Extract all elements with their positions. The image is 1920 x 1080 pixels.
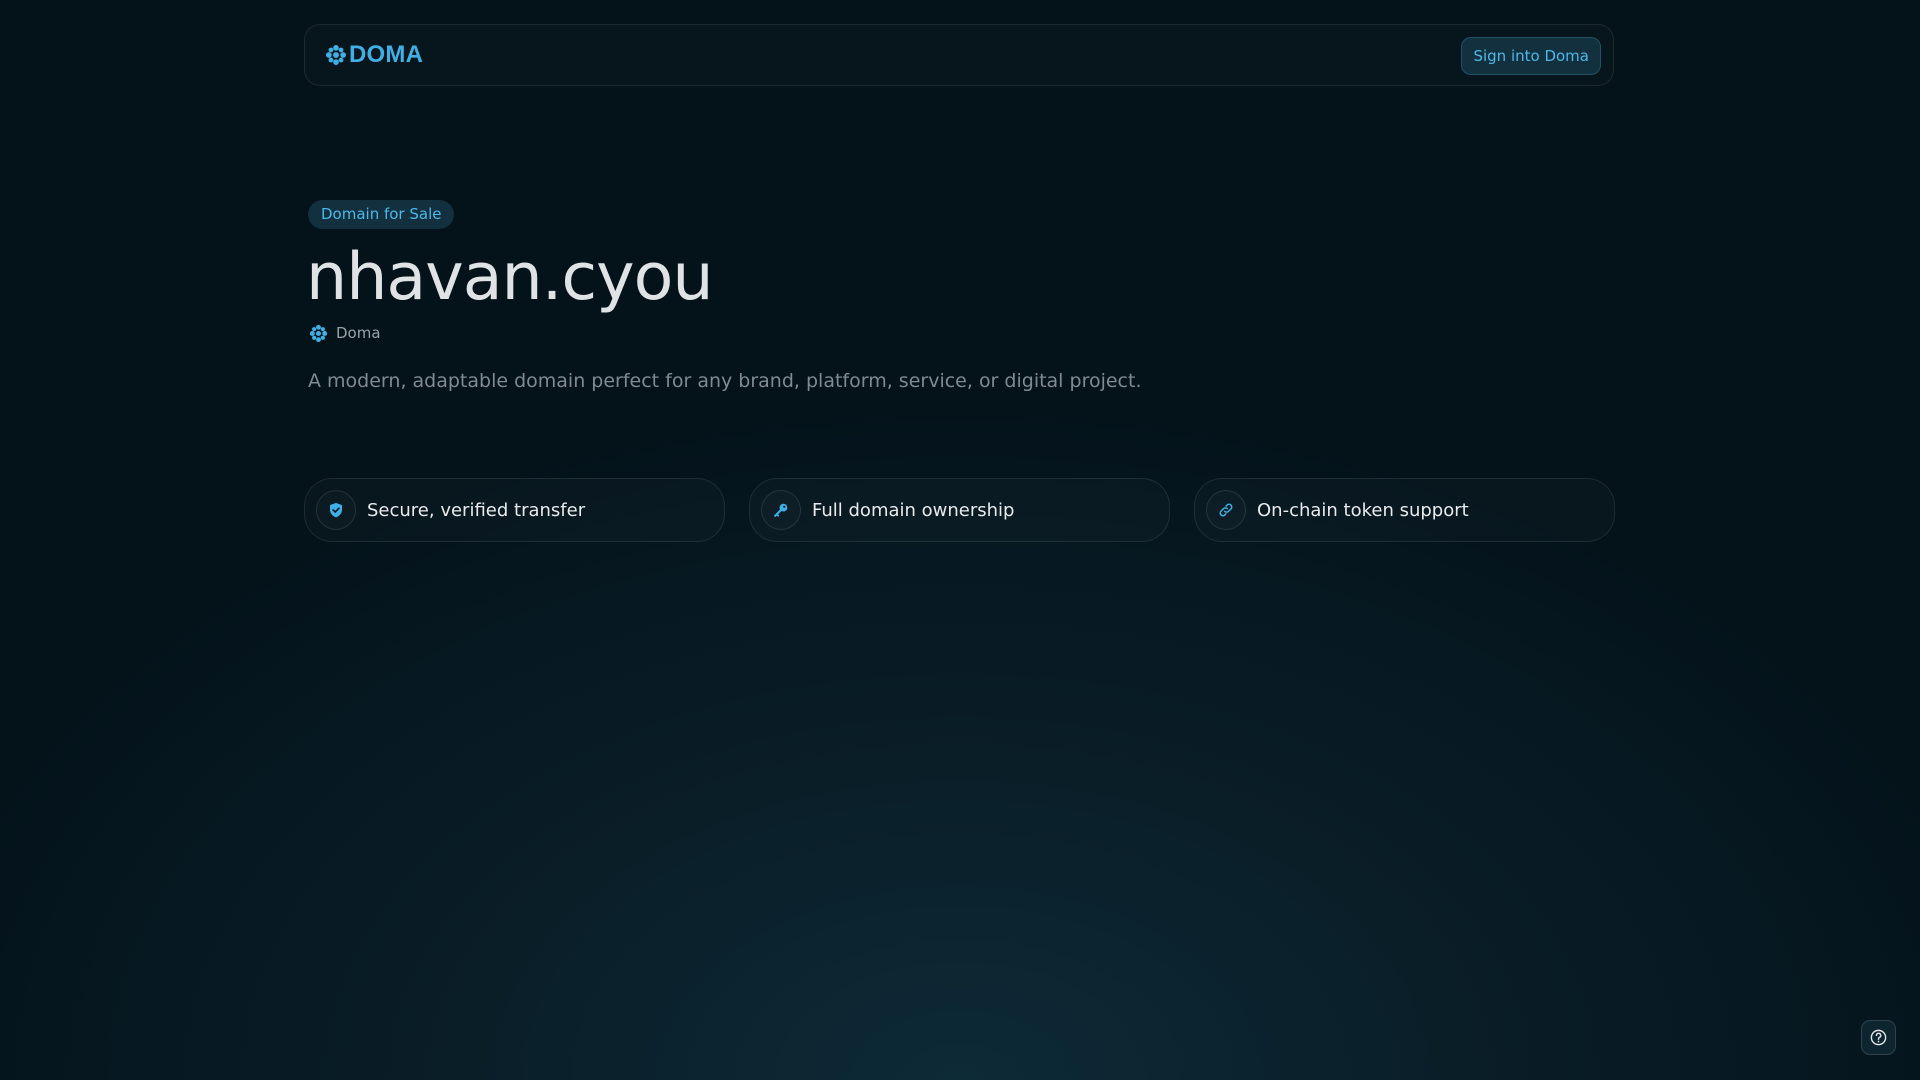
feature-list: Secure, verified transfer Full domain ow… <box>304 478 1615 542</box>
sign-in-button[interactable]: Sign into Doma <box>1461 37 1601 75</box>
doma-flower-icon <box>326 45 346 65</box>
feature-label: Secure, verified transfer <box>367 499 586 521</box>
key-icon <box>761 490 801 530</box>
help-circle-icon <box>1870 1029 1887 1046</box>
logo-wordmark: DOMA <box>349 41 424 68</box>
feature-card-secure-transfer: Secure, verified transfer <box>304 478 725 542</box>
registrar-name: Doma <box>336 324 381 342</box>
top-navigation-bar: DOMA Sign into Doma <box>304 24 1614 86</box>
feature-label: On-chain token support <box>1257 499 1469 521</box>
domain-name-heading: nhavan.cyou <box>306 240 714 315</box>
feature-card-token-support: On-chain token support <box>1194 478 1615 542</box>
registrar-label: Doma <box>309 322 381 344</box>
link-icon <box>1206 490 1246 530</box>
doma-flower-icon <box>309 324 328 342</box>
feature-label: Full domain ownership <box>812 499 1015 521</box>
feature-card-full-ownership: Full domain ownership <box>749 478 1170 542</box>
domain-description: A modern, adaptable domain perfect for a… <box>308 370 1142 392</box>
shield-check-icon <box>316 490 356 530</box>
help-button[interactable] <box>1861 1020 1896 1055</box>
doma-logo[interactable]: DOMA <box>325 41 423 69</box>
for-sale-badge: Domain for Sale <box>308 200 455 229</box>
